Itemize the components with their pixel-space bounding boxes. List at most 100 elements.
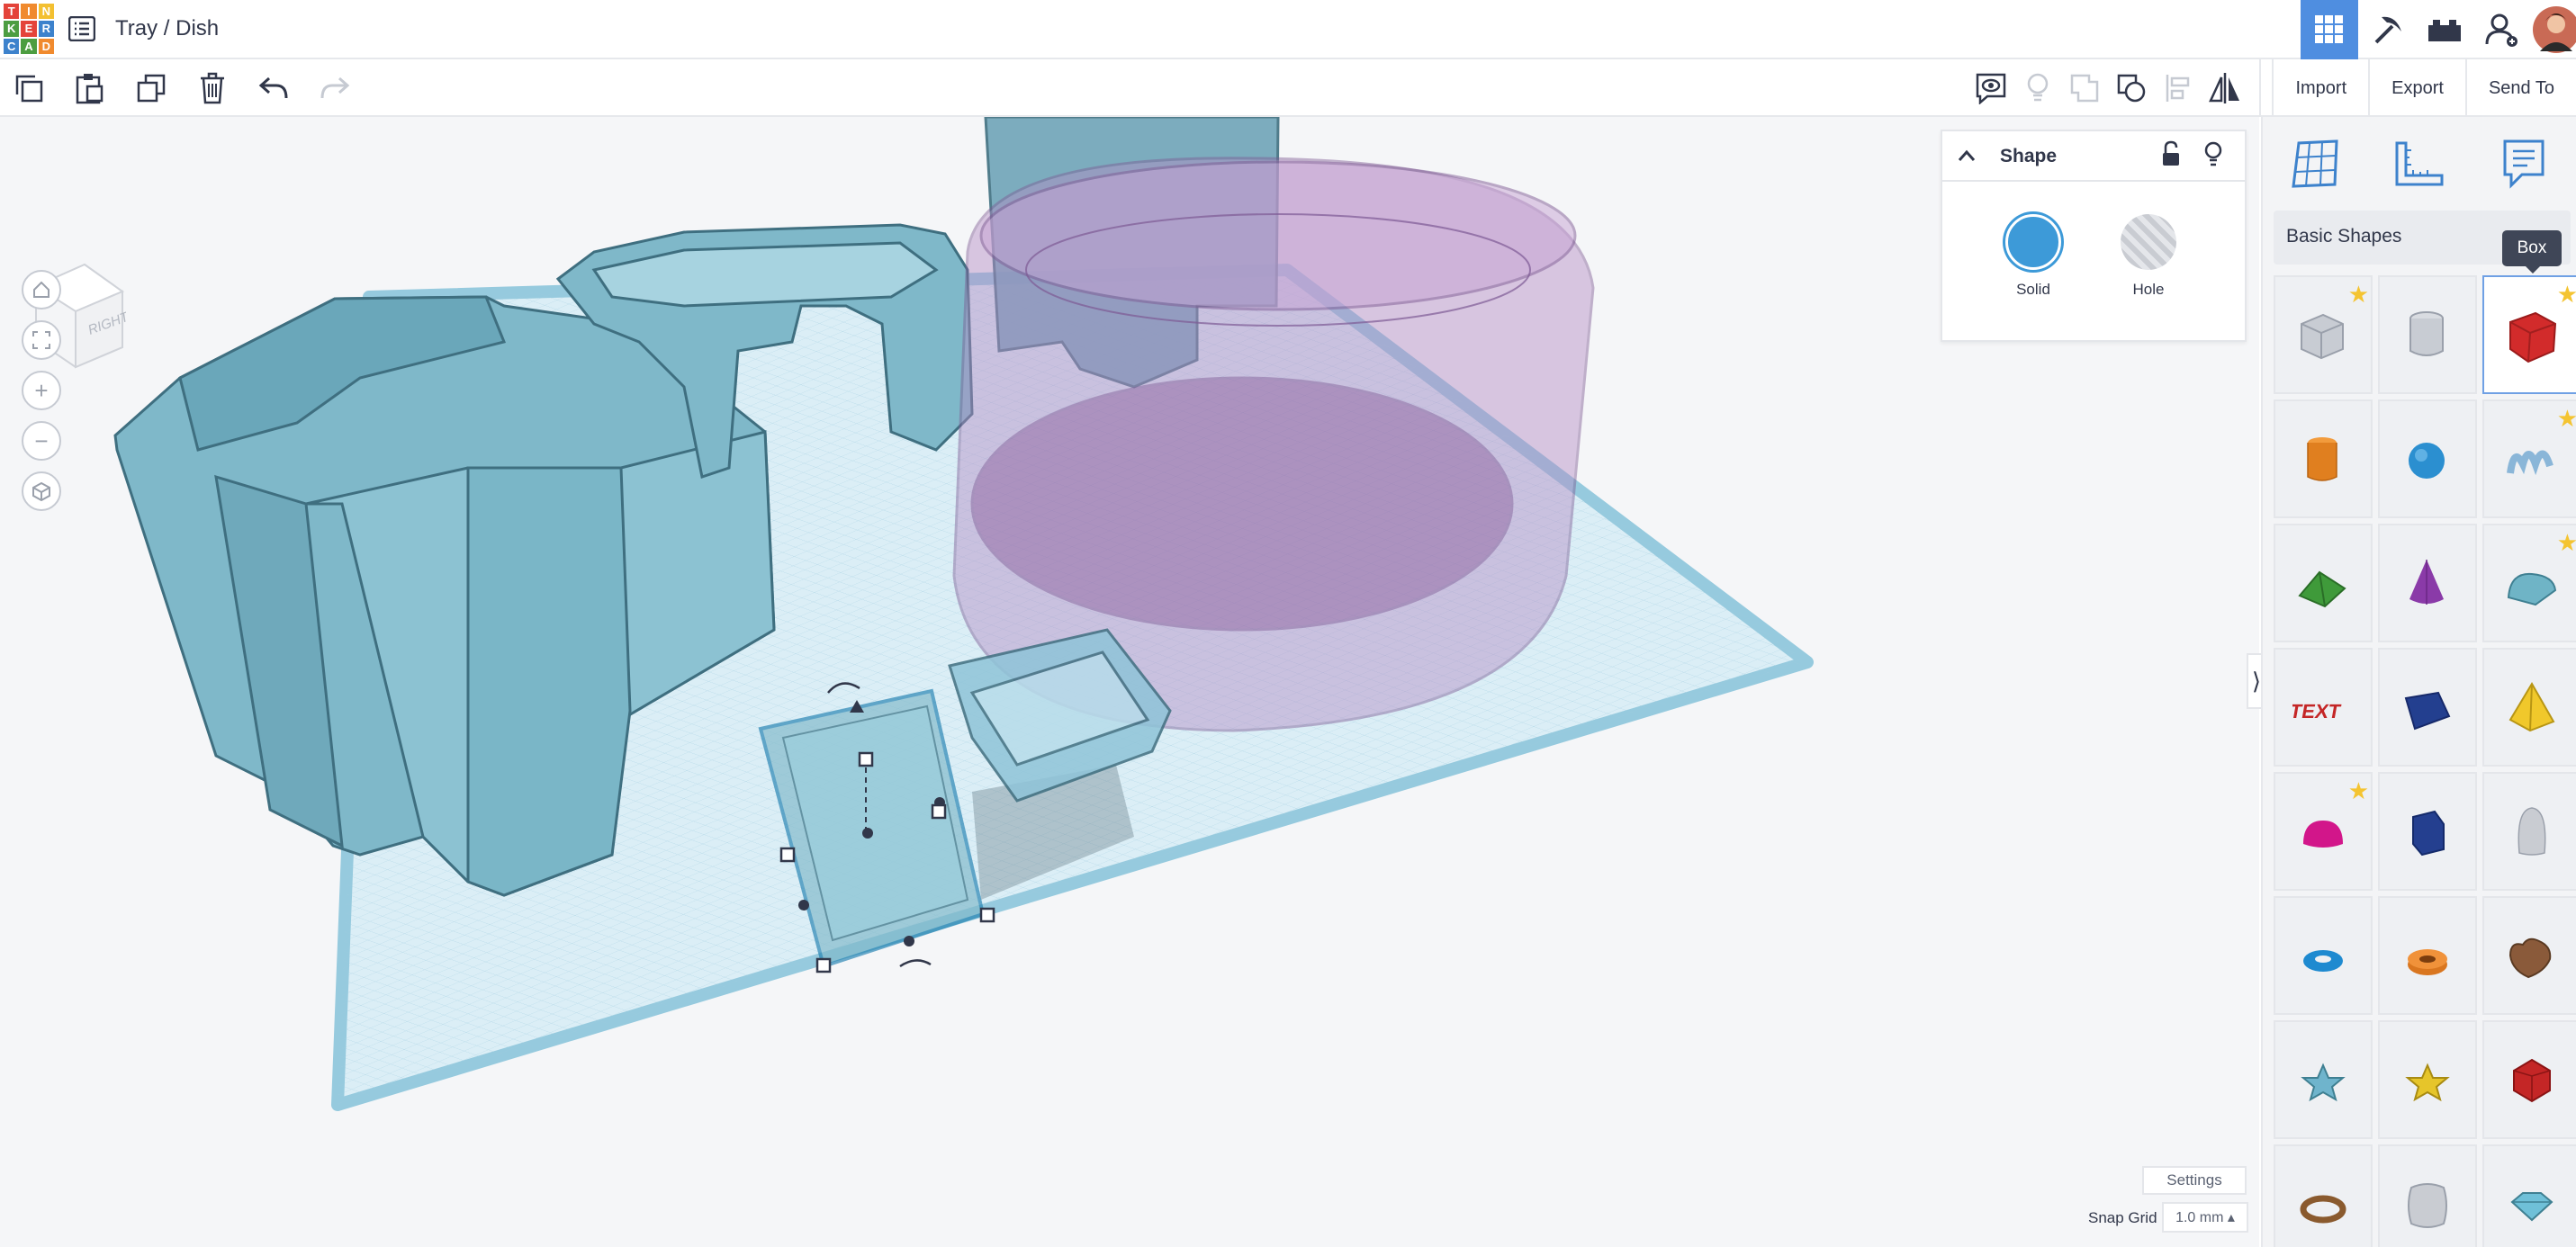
shape-tile[interactable] (2378, 648, 2477, 767)
fit-view-button[interactable] (22, 320, 61, 360)
shape-tile[interactable] (2482, 1144, 2576, 1247)
note-icon (2503, 139, 2544, 189)
cube-icon (32, 481, 50, 501)
group-icon (2071, 74, 2099, 103)
zoom-out-button[interactable]: − (22, 421, 61, 461)
toolbar-divider (2259, 59, 2262, 117)
shape-tile[interactable]: ★ (2274, 275, 2373, 394)
shape-tile[interactable] (2378, 399, 2477, 518)
invite-button[interactable] (2473, 0, 2531, 59)
shape-tile[interactable] (2274, 399, 2373, 518)
shape-tile[interactable]: ★ (2482, 275, 2576, 394)
export-button[interactable]: Export (2368, 59, 2465, 117)
shape-tile[interactable] (2274, 1144, 2373, 1247)
scribble-icon (2507, 450, 2553, 476)
notes-tool[interactable] (2472, 139, 2576, 189)
mirror-icon (2209, 73, 2240, 103)
tinkercad-logo[interactable]: TIN KER CAD (4, 4, 54, 54)
tube-icon (2408, 949, 2447, 975)
home-icon (33, 281, 50, 298)
bricks-button[interactable] (2416, 0, 2473, 59)
shape-tile[interactable]: TEXT (2274, 648, 2373, 767)
favorite-star-icon: ★ (2556, 281, 2576, 308)
box-icon (2509, 311, 2557, 363)
logo-letter: D (38, 38, 54, 54)
notes-button[interactable] (1968, 70, 2014, 106)
shape-tile[interactable] (2378, 275, 2477, 394)
settings-button[interactable]: Settings (2142, 1166, 2247, 1195)
import-button[interactable]: Import (2272, 59, 2368, 117)
undo-icon (258, 76, 288, 99)
undo-button[interactable] (257, 70, 290, 106)
wedge-icon (2404, 691, 2451, 731)
round-roof-icon (2507, 572, 2557, 606)
align-button[interactable] (2155, 70, 2202, 106)
favorite-star-icon: ★ (2556, 529, 2576, 556)
shape-tile[interactable] (2274, 1020, 2373, 1139)
ruler-tool[interactable] (2367, 139, 2472, 188)
favorite-star-icon: ★ (2347, 281, 2369, 308)
chevron-right-icon: ⟩ (2251, 667, 2262, 695)
shape-tile[interactable]: ★ (2482, 524, 2576, 642)
mirror-button[interactable] (2202, 70, 2248, 106)
workplane-canvas[interactable]: RIGHT + − Shape Solid Hole Settings Snap… (0, 117, 2259, 1247)
inspector-title: Shape (2000, 146, 2058, 166)
perspective-button[interactable] (22, 471, 61, 511)
solid-label: Solid (2016, 281, 2050, 298)
redo-icon (320, 76, 350, 99)
shape-tile[interactable] (2378, 524, 2477, 642)
group-button[interactable] (2061, 70, 2108, 106)
paste-icon (76, 74, 104, 104)
shape-tile[interactable]: ★ (2274, 772, 2373, 891)
shape-tile[interactable] (2378, 1020, 2477, 1139)
shape-tile[interactable] (2482, 896, 2576, 1015)
design-list-icon[interactable] (68, 15, 96, 42)
sphere-icon (2409, 443, 2445, 479)
comment-eye-icon (1977, 73, 2006, 104)
unlock-icon[interactable] (2160, 140, 2182, 169)
design-title[interactable]: Tray / Dish (115, 16, 219, 41)
top-bar: TIN KER CAD Tray / Dish (0, 0, 2576, 59)
shape-tile[interactable] (2482, 772, 2576, 891)
zoom-in-button[interactable]: + (22, 371, 61, 410)
solid-option[interactable]: Solid (2002, 214, 2065, 299)
workplane-tool[interactable] (2263, 138, 2367, 190)
shapes-panel: Basic Shapes ★ ★ ★ ★ TEXT ★ (2261, 117, 2576, 1247)
lightbulb-icon (2028, 73, 2049, 102)
diamond-icon (2510, 1192, 2553, 1222)
redo-button[interactable] (319, 70, 351, 106)
text-icon: TEXT (2292, 700, 2343, 722)
shape-tile[interactable] (2482, 1020, 2576, 1139)
shape-tile[interactable] (2378, 1144, 2477, 1247)
shape-tile[interactable] (2274, 896, 2373, 1015)
shape-tile[interactable] (2378, 772, 2477, 891)
snap-grid-label: Snap Grid (2088, 1209, 2157, 1226)
shape-tile[interactable] (2378, 896, 2477, 1015)
snap-grid-select[interactable]: 1.0 mm ▴ (2162, 1202, 2248, 1233)
cylinder-hole-icon (2409, 311, 2444, 356)
blocks-button[interactable] (2358, 0, 2416, 59)
3d-scene[interactable] (0, 117, 2259, 1247)
shape-tooltip: Box (2502, 230, 2562, 274)
shape-tile[interactable] (2274, 524, 2373, 642)
collapse-chevron-icon[interactable] (1957, 148, 1977, 164)
shape-tile[interactable] (2482, 648, 2576, 767)
home-view-button[interactable] (22, 270, 61, 310)
solid-swatch[interactable] (2005, 214, 2061, 270)
hole-swatch[interactable] (2121, 214, 2176, 270)
shape-tile[interactable]: ★ (2482, 399, 2576, 518)
ungroup-button[interactable] (2108, 70, 2155, 106)
paste-button[interactable] (74, 70, 106, 106)
duplicate-button[interactable] (135, 70, 167, 106)
torus-icon (2303, 950, 2343, 972)
logo-letter: N (38, 4, 54, 20)
hide-lightbulb-icon[interactable] (2203, 140, 2223, 169)
show-all-button[interactable] (2014, 70, 2061, 106)
send-to-button[interactable]: Send To (2464, 59, 2576, 117)
delete-button[interactable] (196, 70, 229, 106)
hole-option[interactable]: Hole (2117, 214, 2180, 299)
copy-button[interactable] (13, 70, 45, 106)
logo-letter: R (38, 21, 54, 37)
3d-design-view-button[interactable] (2301, 0, 2358, 59)
user-avatar[interactable] (2531, 0, 2576, 59)
